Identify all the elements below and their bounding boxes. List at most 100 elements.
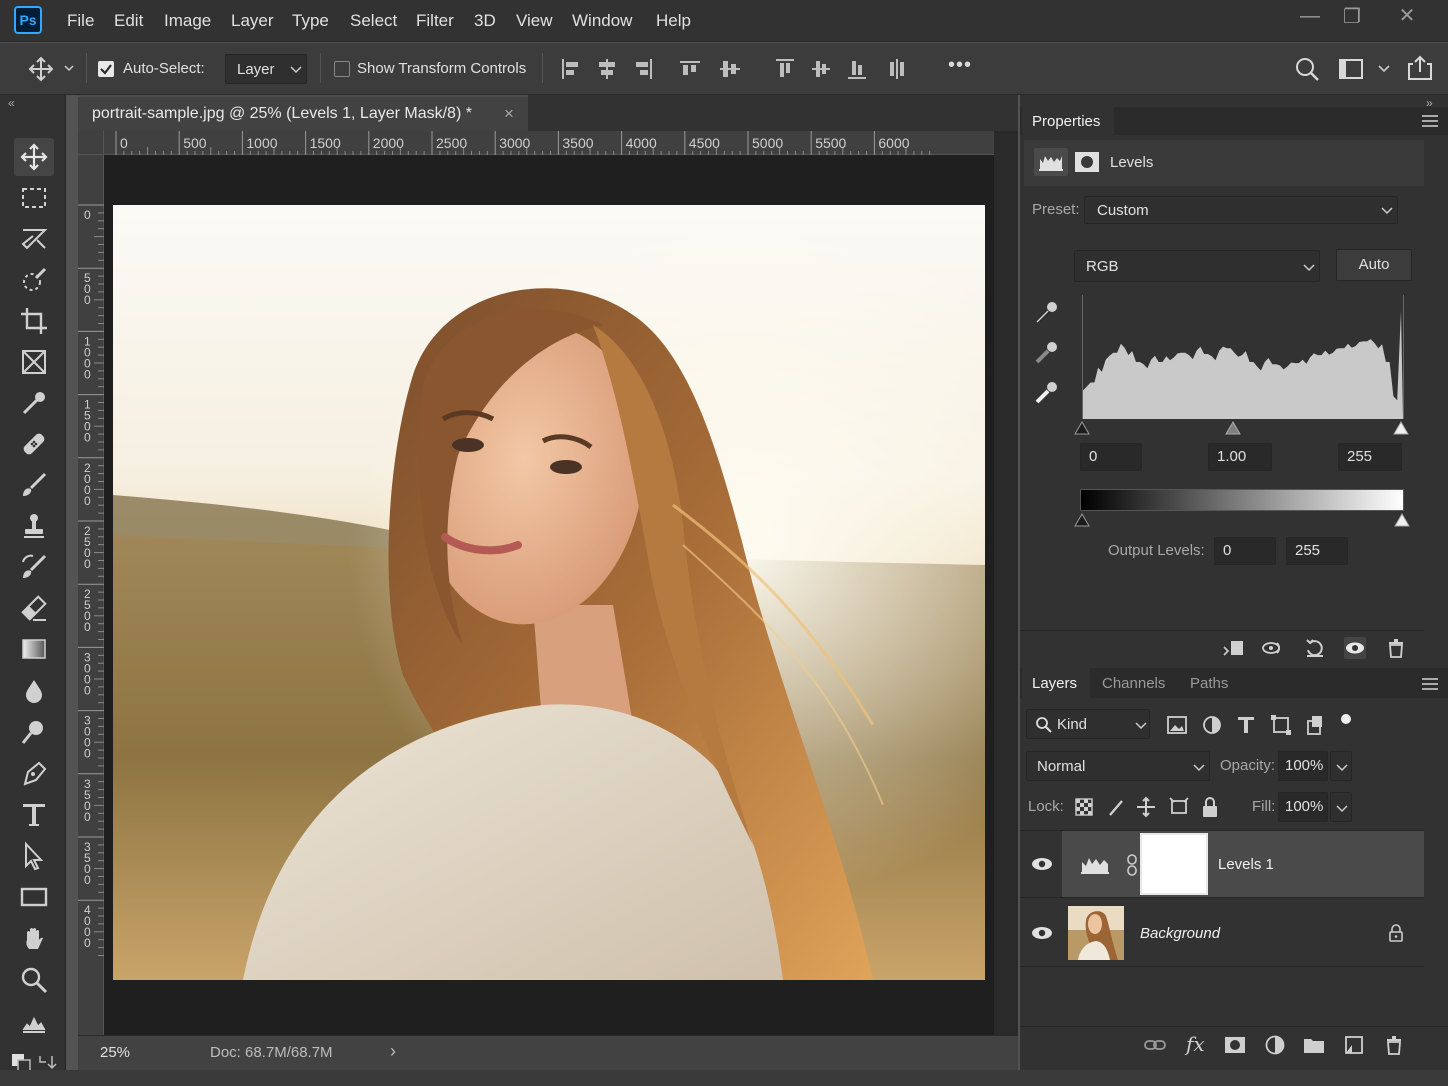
menu-select[interactable]: Select xyxy=(350,11,397,31)
zoom-level[interactable]: 25% xyxy=(100,1044,130,1061)
app-logo[interactable]: Ps xyxy=(14,6,42,34)
output-sliders[interactable] xyxy=(1072,512,1412,530)
blur-tool[interactable] xyxy=(14,672,54,710)
healing-tool[interactable] xyxy=(14,425,54,463)
fill-dropdown[interactable] xyxy=(1330,792,1352,822)
zoom-tool[interactable] xyxy=(14,961,54,999)
auto-select-checkbox[interactable] xyxy=(98,61,114,77)
stamp-tool[interactable] xyxy=(14,507,54,545)
hand-tool[interactable] xyxy=(14,920,54,958)
clip-to-layer-icon[interactable] xyxy=(1222,637,1244,659)
status-menu-arrow[interactable]: › xyxy=(390,1041,396,1062)
white-point-eyedropper-icon[interactable] xyxy=(1034,378,1060,406)
link-layers-icon[interactable] xyxy=(1144,1034,1166,1056)
layer-row-levels[interactable]: Levels 1 xyxy=(1020,831,1426,897)
layer-name[interactable]: Levels 1 xyxy=(1218,856,1274,873)
properties-tab[interactable]: Properties xyxy=(1022,107,1114,135)
doc-size[interactable]: Doc: 68.7M/68.7M xyxy=(210,1044,333,1061)
path-select-tool[interactable] xyxy=(14,837,54,875)
add-mask-icon[interactable] xyxy=(1224,1034,1246,1056)
new-group-icon[interactable] xyxy=(1303,1034,1325,1056)
menu-view[interactable]: View xyxy=(516,11,553,31)
document-tab[interactable]: portrait-sample.jpg @ 25% (Levels 1, Lay… xyxy=(78,95,528,131)
menu-3d[interactable]: 3D xyxy=(474,11,496,31)
view-previous-state-icon[interactable] xyxy=(1262,637,1284,659)
new-adjustment-layer-icon[interactable] xyxy=(1264,1034,1286,1056)
menu-file[interactable]: File xyxy=(67,11,94,31)
type-tool[interactable] xyxy=(14,796,54,834)
share-icon[interactable] xyxy=(1406,54,1434,82)
auto-button[interactable]: Auto xyxy=(1336,249,1412,281)
toggle-visibility-icon[interactable] xyxy=(1344,637,1366,659)
input-sliders[interactable] xyxy=(1072,420,1412,438)
menu-filter[interactable]: Filter xyxy=(416,11,454,31)
move-tool-preset-icon[interactable] xyxy=(28,56,76,82)
input-white-field[interactable]: 255 xyxy=(1338,443,1402,471)
workspace-icon[interactable] xyxy=(1338,56,1394,82)
marquee-tool[interactable] xyxy=(14,179,54,217)
move-tool[interactable] xyxy=(14,138,54,176)
restore-button[interactable]: ❐ xyxy=(1332,4,1372,28)
layer-row-background[interactable]: Background xyxy=(1020,900,1426,966)
crop-tool[interactable] xyxy=(14,302,54,340)
eyedropper-tool[interactable] xyxy=(14,384,54,422)
lasso-tool[interactable] xyxy=(14,220,54,258)
opacity-field[interactable]: 100% xyxy=(1278,751,1328,781)
dodge-tool[interactable] xyxy=(14,713,54,751)
eraser-tool[interactable] xyxy=(14,589,54,627)
layer-mask-icon[interactable] xyxy=(1074,150,1100,174)
menu-window[interactable]: Window xyxy=(572,11,632,31)
layer-mask-thumbnail[interactable] xyxy=(1140,833,1208,895)
brush-tool[interactable] xyxy=(14,466,54,504)
menu-help[interactable]: Help xyxy=(656,11,691,31)
gray-point-eyedropper-icon[interactable] xyxy=(1034,338,1060,366)
lock-icon[interactable] xyxy=(1388,924,1404,942)
quick-select-tool[interactable] xyxy=(14,261,54,299)
channel-dropdown[interactable]: RGB xyxy=(1074,250,1320,282)
output-black-field[interactable]: 0 xyxy=(1214,537,1276,565)
tab-paths[interactable]: Paths xyxy=(1190,675,1228,692)
more-options-button[interactable]: ••• xyxy=(948,54,972,77)
input-gamma-field[interactable]: 1.00 xyxy=(1208,443,1272,471)
close-tab-icon[interactable]: × xyxy=(504,104,514,124)
tab-channels[interactable]: Channels xyxy=(1102,675,1165,692)
fx-icon[interactable]: fx xyxy=(1186,1032,1205,1056)
tab-layers[interactable]: Layers xyxy=(1022,668,1090,698)
levels-adjustment-icon[interactable] xyxy=(1034,148,1068,176)
chain-link-icon[interactable] xyxy=(1126,853,1138,877)
opacity-dropdown[interactable] xyxy=(1330,751,1352,781)
collapse-toolbar-icon[interactable]: « xyxy=(8,96,15,110)
history-brush-tool[interactable] xyxy=(14,548,54,586)
reset-adjustment-icon[interactable] xyxy=(1304,637,1326,659)
output-white-field[interactable]: 255 xyxy=(1286,537,1348,565)
minimize-button[interactable]: — xyxy=(1290,5,1330,29)
gradient-tool[interactable] xyxy=(14,630,54,668)
eye-icon[interactable] xyxy=(1030,924,1054,942)
input-black-field[interactable]: 0 xyxy=(1080,443,1142,471)
preset-dropdown[interactable]: Custom xyxy=(1084,196,1398,224)
menu-edit[interactable]: Edit xyxy=(114,11,143,31)
menu-layer[interactable]: Layer xyxy=(231,11,274,31)
delete-adjustment-icon[interactable] xyxy=(1385,637,1407,659)
edit-toolbar[interactable] xyxy=(14,1004,54,1042)
menu-type[interactable]: Type xyxy=(292,11,329,31)
new-layer-icon[interactable] xyxy=(1343,1034,1365,1056)
canvas-image[interactable] xyxy=(113,205,985,980)
panel-menu-icon[interactable] xyxy=(1422,114,1438,128)
blend-mode-dropdown[interactable]: Normal xyxy=(1026,751,1210,781)
show-transform-checkbox[interactable] xyxy=(334,61,350,77)
menu-image[interactable]: Image xyxy=(164,11,211,31)
delete-layer-icon[interactable] xyxy=(1383,1034,1405,1056)
layer-name[interactable]: Background xyxy=(1140,925,1220,942)
frame-tool[interactable] xyxy=(14,343,54,381)
vertical-scrollbar[interactable] xyxy=(994,131,1018,1035)
eye-icon[interactable] xyxy=(1030,855,1054,873)
auto-select-target-dropdown[interactable]: Layer xyxy=(225,54,307,84)
fill-field[interactable]: 100% xyxy=(1278,792,1328,822)
pen-tool[interactable] xyxy=(14,754,54,792)
layers-panel-menu-icon[interactable] xyxy=(1422,677,1438,691)
search-icon[interactable] xyxy=(1294,56,1320,82)
black-point-eyedropper-icon[interactable] xyxy=(1034,298,1060,326)
close-window-button[interactable]: ✕ xyxy=(1387,3,1427,27)
ruler-origin[interactable] xyxy=(78,131,104,155)
